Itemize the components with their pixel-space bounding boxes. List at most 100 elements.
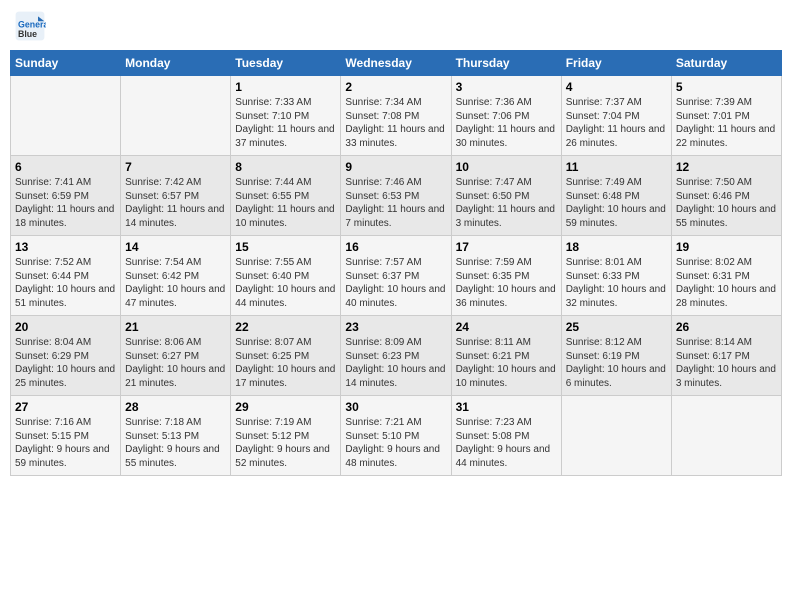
- day-cell: 9 Sunrise: 7:46 AM Sunset: 6:53 PM Daylig…: [341, 156, 451, 236]
- day-cell: 12Sunrise: 7:50 AM Sunset: 6:46 PM Dayli…: [671, 156, 781, 236]
- day-number: 8: [235, 160, 336, 174]
- day-number: 9: [345, 160, 446, 174]
- day-cell: 20Sunrise: 8:04 AM Sunset: 6:29 PM Dayli…: [11, 316, 121, 396]
- weekday-header-saturday: Saturday: [671, 51, 781, 76]
- day-number: 31: [456, 400, 557, 414]
- day-cell: 13 Sunrise: 7:52 AM Sunset: 6:44 PM Dayli…: [11, 236, 121, 316]
- day-number: 25: [566, 320, 667, 334]
- day-number: 14: [125, 240, 226, 254]
- day-info: Sunrise: 7:54 AM Sunset: 6:42 PM Dayligh…: [125, 256, 226, 310]
- day-info: Sunrise: 7:39 AM Sunset: 7:01 PM Dayligh…: [676, 96, 777, 150]
- day-number: 3: [456, 80, 557, 94]
- week-row-4: 20Sunrise: 8:04 AM Sunset: 6:29 PM Dayli…: [11, 316, 782, 396]
- day-info: Sunrise: 7:16 AM Sunset: 5:15 PM Dayligh…: [15, 416, 116, 470]
- day-cell: 10Sunrise: 7:47 AM Sunset: 6:50 PM Dayli…: [451, 156, 561, 236]
- day-info: Sunrise: 8:14 AM Sunset: 6:17 PM Dayligh…: [676, 336, 777, 390]
- day-cell: 22 Sunrise: 8:07 AM Sunset: 6:25 PM Dayli…: [231, 316, 341, 396]
- day-cell: [671, 396, 781, 476]
- day-cell: 31 Sunrise: 7:23 AM Sunset: 5:08 PM Dayli…: [451, 396, 561, 476]
- day-number: 17: [456, 240, 557, 254]
- day-cell: 19 Sunrise: 8:02 AM Sunset: 6:31 PM Dayli…: [671, 236, 781, 316]
- day-number: 11: [566, 160, 667, 174]
- day-info: Sunrise: 8:07 AM Sunset: 6:25 PM Dayligh…: [235, 336, 336, 390]
- day-number: 4: [566, 80, 667, 94]
- day-cell: [121, 76, 231, 156]
- day-info: Sunrise: 8:11 AM Sunset: 6:21 PM Dayligh…: [456, 336, 557, 390]
- day-number: 28: [125, 400, 226, 414]
- weekday-header-friday: Friday: [561, 51, 671, 76]
- day-info: Sunrise: 8:06 AM Sunset: 6:27 PM Dayligh…: [125, 336, 226, 390]
- day-number: 5: [676, 80, 777, 94]
- weekday-header-sunday: Sunday: [11, 51, 121, 76]
- day-cell: 28 Sunrise: 7:18 AM Sunset: 5:13 PM Dayli…: [121, 396, 231, 476]
- day-info: Sunrise: 7:49 AM Sunset: 6:48 PM Dayligh…: [566, 176, 667, 230]
- day-number: 30: [345, 400, 446, 414]
- weekday-header-tuesday: Tuesday: [231, 51, 341, 76]
- day-cell: 15 Sunrise: 7:55 AM Sunset: 6:40 PM Dayli…: [231, 236, 341, 316]
- day-info: Sunrise: 8:02 AM Sunset: 6:31 PM Dayligh…: [676, 256, 777, 310]
- day-cell: 29 Sunrise: 7:19 AM Sunset: 5:12 PM Dayli…: [231, 396, 341, 476]
- day-cell: 4 Sunrise: 7:37 AM Sunset: 7:04 PM Daylig…: [561, 76, 671, 156]
- day-info: Sunrise: 7:46 AM Sunset: 6:53 PM Dayligh…: [345, 176, 446, 230]
- day-cell: 25 Sunrise: 8:12 AM Sunset: 6:19 PM Dayli…: [561, 316, 671, 396]
- day-cell: 3 Sunrise: 7:36 AM Sunset: 7:06 PM Daylig…: [451, 76, 561, 156]
- svg-text:Blue: Blue: [18, 29, 37, 39]
- day-cell: 23 Sunrise: 8:09 AM Sunset: 6:23 PM Dayli…: [341, 316, 451, 396]
- day-number: 24: [456, 320, 557, 334]
- day-info: Sunrise: 7:21 AM Sunset: 5:10 PM Dayligh…: [345, 416, 446, 470]
- day-number: 18: [566, 240, 667, 254]
- day-number: 20: [15, 320, 116, 334]
- day-info: Sunrise: 7:41 AM Sunset: 6:59 PM Dayligh…: [15, 176, 116, 230]
- logo: General Blue: [14, 10, 50, 42]
- weekday-header-wednesday: Wednesday: [341, 51, 451, 76]
- day-number: 22: [235, 320, 336, 334]
- day-info: Sunrise: 8:12 AM Sunset: 6:19 PM Dayligh…: [566, 336, 667, 390]
- day-info: Sunrise: 7:36 AM Sunset: 7:06 PM Dayligh…: [456, 96, 557, 150]
- day-cell: 5 Sunrise: 7:39 AM Sunset: 7:01 PM Daylig…: [671, 76, 781, 156]
- day-number: 26: [676, 320, 777, 334]
- day-info: Sunrise: 7:23 AM Sunset: 5:08 PM Dayligh…: [456, 416, 557, 470]
- weekday-header-thursday: Thursday: [451, 51, 561, 76]
- day-cell: 7Sunrise: 7:42 AM Sunset: 6:57 PM Daylig…: [121, 156, 231, 236]
- day-info: Sunrise: 7:55 AM Sunset: 6:40 PM Dayligh…: [235, 256, 336, 310]
- day-info: Sunrise: 8:01 AM Sunset: 6:33 PM Dayligh…: [566, 256, 667, 310]
- day-info: Sunrise: 7:33 AM Sunset: 7:10 PM Dayligh…: [235, 96, 336, 150]
- day-number: 6: [15, 160, 116, 174]
- day-cell: 18 Sunrise: 8:01 AM Sunset: 6:33 PM Dayli…: [561, 236, 671, 316]
- day-cell: 1 Sunrise: 7:33 AM Sunset: 7:10 PM Daylig…: [231, 76, 341, 156]
- day-info: Sunrise: 7:18 AM Sunset: 5:13 PM Dayligh…: [125, 416, 226, 470]
- day-info: Sunrise: 7:50 AM Sunset: 6:46 PM Dayligh…: [676, 176, 777, 230]
- day-cell: [11, 76, 121, 156]
- day-number: 16: [345, 240, 446, 254]
- day-info: Sunrise: 7:19 AM Sunset: 5:12 PM Dayligh…: [235, 416, 336, 470]
- weekday-header-row: SundayMondayTuesdayWednesdayThursdayFrid…: [11, 51, 782, 76]
- day-cell: 16 Sunrise: 7:57 AM Sunset: 6:37 PM Dayli…: [341, 236, 451, 316]
- day-cell: 11 Sunrise: 7:49 AM Sunset: 6:48 PM Dayli…: [561, 156, 671, 236]
- weekday-header-monday: Monday: [121, 51, 231, 76]
- day-number: 23: [345, 320, 446, 334]
- week-row-5: 27Sunrise: 7:16 AM Sunset: 5:15 PM Dayli…: [11, 396, 782, 476]
- day-number: 13: [15, 240, 116, 254]
- day-info: Sunrise: 7:44 AM Sunset: 6:55 PM Dayligh…: [235, 176, 336, 230]
- day-info: Sunrise: 7:52 AM Sunset: 6:44 PM Dayligh…: [15, 256, 116, 310]
- day-cell: 26 Sunrise: 8:14 AM Sunset: 6:17 PM Dayli…: [671, 316, 781, 396]
- logo-icon: General Blue: [14, 10, 46, 42]
- week-row-1: 1 Sunrise: 7:33 AM Sunset: 7:10 PM Daylig…: [11, 76, 782, 156]
- day-cell: 6 Sunrise: 7:41 AM Sunset: 6:59 PM Daylig…: [11, 156, 121, 236]
- week-row-2: 6 Sunrise: 7:41 AM Sunset: 6:59 PM Daylig…: [11, 156, 782, 236]
- day-number: 1: [235, 80, 336, 94]
- day-info: Sunrise: 7:59 AM Sunset: 6:35 PM Dayligh…: [456, 256, 557, 310]
- day-cell: 21Sunrise: 8:06 AM Sunset: 6:27 PM Dayli…: [121, 316, 231, 396]
- day-info: Sunrise: 7:57 AM Sunset: 6:37 PM Dayligh…: [345, 256, 446, 310]
- day-info: Sunrise: 7:37 AM Sunset: 7:04 PM Dayligh…: [566, 96, 667, 150]
- day-info: Sunrise: 7:34 AM Sunset: 7:08 PM Dayligh…: [345, 96, 446, 150]
- day-info: Sunrise: 7:42 AM Sunset: 6:57 PM Dayligh…: [125, 176, 226, 230]
- day-info: Sunrise: 8:09 AM Sunset: 6:23 PM Dayligh…: [345, 336, 446, 390]
- day-number: 15: [235, 240, 336, 254]
- day-cell: 30 Sunrise: 7:21 AM Sunset: 5:10 PM Dayli…: [341, 396, 451, 476]
- week-row-3: 13 Sunrise: 7:52 AM Sunset: 6:44 PM Dayli…: [11, 236, 782, 316]
- day-cell: 2Sunrise: 7:34 AM Sunset: 7:08 PM Daylig…: [341, 76, 451, 156]
- calendar-table: SundayMondayTuesdayWednesdayThursdayFrid…: [10, 50, 782, 476]
- day-number: 29: [235, 400, 336, 414]
- day-number: 19: [676, 240, 777, 254]
